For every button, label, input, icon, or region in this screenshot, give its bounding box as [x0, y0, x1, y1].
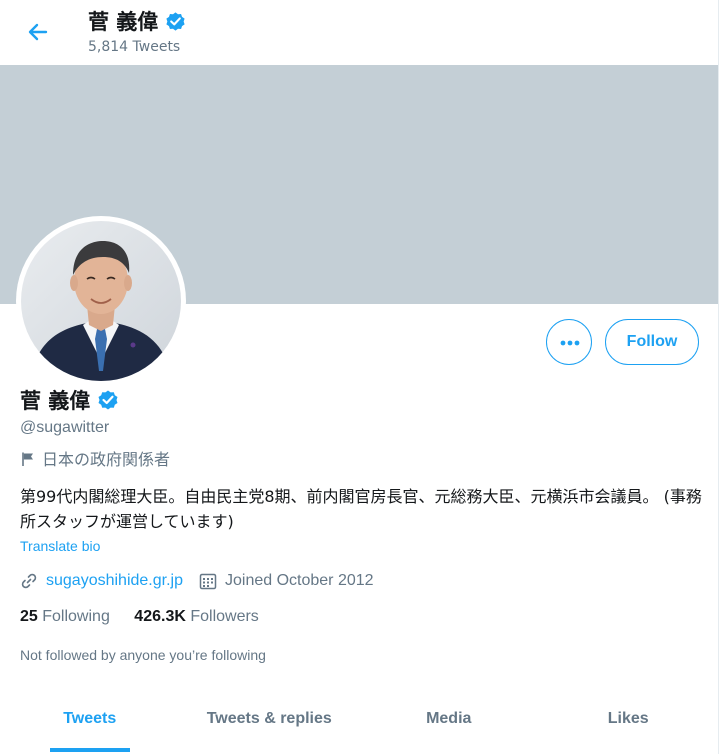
avatar-photo — [21, 221, 181, 381]
profile-header: 菅 義偉 5,814 Tweets — [0, 0, 718, 65]
followers-count: 426.3K — [134, 608, 186, 625]
profile-bio: 第99代内閣総理大臣。自由民主党8期、前内閣官房長官、元総務大臣、元横浜市会議員… — [20, 487, 702, 531]
back-button[interactable] — [22, 16, 54, 48]
website-link[interactable]: sugayoshihide.gr.jp — [46, 572, 183, 590]
flag-icon — [22, 452, 33, 466]
profile-tabs: Tweets Tweets & replies Media Likes — [0, 690, 718, 754]
joined-date: Joined October 2012 — [224, 572, 374, 589]
more-options-button[interactable] — [546, 319, 592, 365]
tab-label: Media — [426, 710, 472, 727]
right-divider — [718, 0, 719, 754]
followers-label: Followers — [190, 608, 259, 625]
profile-name-text: 菅 義偉 — [20, 389, 91, 413]
following-stat[interactable]: 25 Following — [20, 608, 110, 625]
following-label: Following — [42, 608, 110, 625]
tweet-count: 5,814 Tweets — [88, 39, 181, 55]
header-title: 菅 義偉 — [88, 8, 187, 36]
profile-page: 菅 義偉 5,814 Tweets Follow 菅 義偉 @sugawitte… — [0, 0, 720, 754]
link-icon — [21, 573, 37, 589]
tab-label: Tweets & replies — [206, 710, 332, 727]
tab-likes[interactable]: Likes — [539, 690, 719, 754]
following-count: 25 — [20, 608, 38, 625]
affiliation-label: 日本の政府関係者 — [20, 446, 170, 470]
tab-tweets-and-replies[interactable]: Tweets & replies — [180, 690, 360, 754]
verified-badge-icon — [98, 390, 118, 410]
translate-bio-link[interactable]: Translate bio — [20, 538, 100, 554]
not-followed-notice: Not followed by anyone you’re following — [20, 647, 266, 663]
calendar-icon — [199, 573, 217, 590]
tab-tweets[interactable]: Tweets — [0, 690, 180, 754]
header-name: 菅 義偉 — [88, 10, 159, 34]
tab-label: Likes — [607, 710, 649, 727]
verified-badge-icon — [166, 12, 185, 31]
active-tab-indicator — [50, 748, 130, 752]
followers-stat[interactable]: 426.3K Followers — [134, 608, 259, 625]
profile-meta: sugayoshihide.gr.jp Joined October 2012 — [20, 569, 374, 593]
avatar[interactable] — [21, 221, 181, 381]
arrow-left-icon — [28, 23, 48, 41]
profile-name: 菅 義偉 — [20, 386, 120, 416]
tab-label: Tweets — [63, 710, 117, 727]
more-icon — [560, 340, 580, 346]
follow-stats: 25 Following 426.3K Followers — [20, 608, 279, 626]
profile-handle: @sugawitter — [20, 419, 110, 436]
tab-media[interactable]: Media — [359, 690, 539, 754]
affiliation-text: 日本の政府関係者 — [42, 450, 171, 469]
follow-button[interactable]: Follow — [605, 319, 699, 365]
